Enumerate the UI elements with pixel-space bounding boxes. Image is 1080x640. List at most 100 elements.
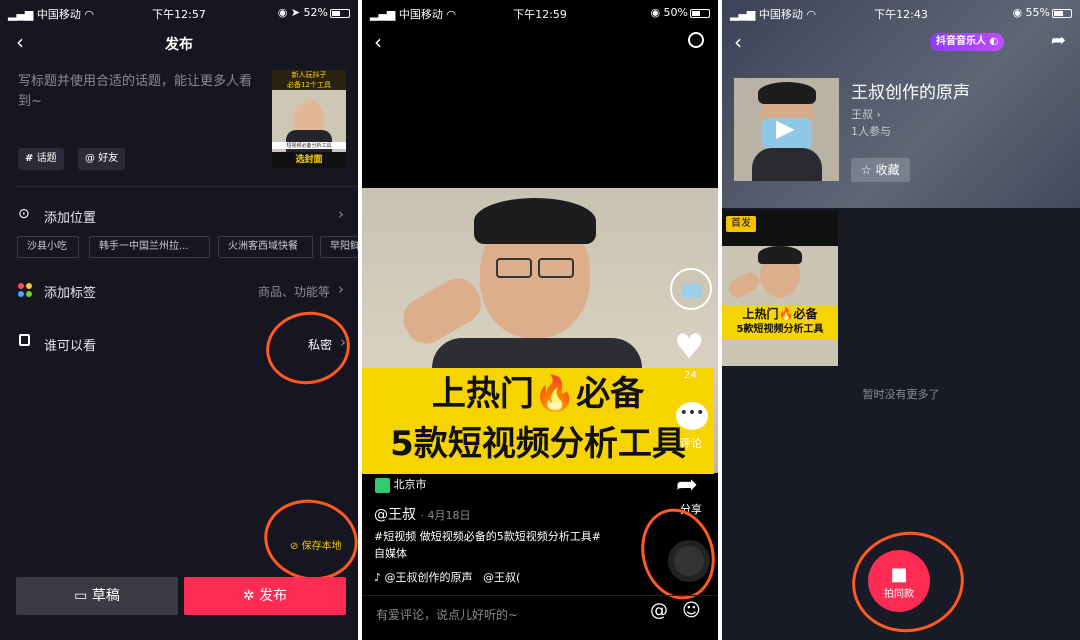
location-tag[interactable]: 北京市 xyxy=(375,476,427,493)
thumb-banner: 上热门🔥必备 5款短视频分析工具 xyxy=(722,306,838,340)
chevron-right-icon[interactable]: › xyxy=(338,205,344,223)
planet-icon: ◐ xyxy=(989,36,999,47)
search-icon[interactable] xyxy=(688,32,704,48)
caption-input[interactable]: 写标题并使用合适的话题，能让更多人看到~ xyxy=(18,72,263,112)
sound-title: 王叔创作的原声 xyxy=(851,83,970,103)
cover-sub-text: 短视频必备分析工具 xyxy=(272,142,346,149)
like-count: 24 xyxy=(684,370,697,381)
location-chip[interactable]: 韩手一中国兰州拉... xyxy=(89,236,210,258)
who-can-see-label[interactable]: 谁可以看 xyxy=(44,335,96,354)
description-line-1: #短视频 做短视频必备的5款短视频分析工具# xyxy=(374,530,601,543)
battery-icon xyxy=(1052,8,1072,18)
cover-hair xyxy=(758,82,816,104)
glasses-right xyxy=(538,258,574,278)
participants-count: 1人参与 xyxy=(851,125,891,138)
post-date: · 4月18日 xyxy=(420,509,471,522)
sparkle-icon: ✲ xyxy=(242,588,255,604)
comment-input[interactable]: 有爱评论，说点儿好听的~ xyxy=(376,606,518,623)
battery-icon xyxy=(330,8,350,18)
location-chip[interactable]: 沙县小吃 xyxy=(17,236,79,258)
thumb-hair xyxy=(758,246,802,264)
status-bar: ▂▄▆ 中国移动 ◠ 下午12:59 ◉ 50% xyxy=(362,0,718,24)
emoji-icon[interactable]: ☺ xyxy=(682,600,701,621)
like-heart-icon[interactable]: ♥ xyxy=(674,330,704,364)
cover-top-text-2: 必备12个工具 xyxy=(287,81,331,89)
video-grid-item[interactable]: 上热门🔥必备 5款短视频分析工具 首发 xyxy=(722,210,838,366)
author-handle[interactable]: @王叔 · 4月18日 xyxy=(374,504,470,524)
divider xyxy=(16,186,358,187)
page-title: 发布 xyxy=(165,37,193,53)
glasses-left xyxy=(496,258,532,278)
battery-percent: 52% xyxy=(303,6,328,19)
draft-button[interactable]: ▭ 草稿 xyxy=(16,577,178,615)
tags-dots-icon xyxy=(18,283,32,297)
video-description: #短视频 做短视频必备的5款短视频分析工具# 自媒体 xyxy=(374,528,664,562)
share-icon[interactable]: ➦ xyxy=(676,470,698,500)
back-icon[interactable]: ‹ xyxy=(734,30,742,54)
draft-label: 草稿 xyxy=(91,588,120,604)
lock-icon xyxy=(19,334,30,346)
thumb-hand xyxy=(725,269,763,301)
at-icon: @ xyxy=(85,153,95,164)
play-icon[interactable]: ▶ xyxy=(776,114,794,142)
battery-icon xyxy=(690,8,710,18)
publish-screen: ▂▄▆ 中国移动 ◠ 下午12:57 ◉ ➤ 52% ‹ 发布 写标题并使用合适… xyxy=(0,0,358,640)
location-pin-icon: ⊙ xyxy=(18,206,30,222)
video-title-banner: 上热门🔥必备 5款短视频分析工具 xyxy=(362,368,714,474)
artist-link[interactable]: 王叔 › xyxy=(851,106,881,122)
description-line-2: 自媒体 xyxy=(374,547,407,560)
video-title-line-2: 5款短视频分析工具 xyxy=(390,424,686,464)
battery: ◉ 50% xyxy=(650,6,710,19)
cover-top-text: 新人玩抖子必备12个工具 xyxy=(272,70,346,90)
draft-box-icon: ▭ xyxy=(74,588,88,604)
cover-thumbnail[interactable]: 新人玩抖子必备12个工具 短视频必备分析工具 选封面 xyxy=(272,70,346,168)
annotation-circle xyxy=(631,500,718,608)
thumb-line-2: 5款短视频分析工具 xyxy=(736,324,824,335)
music-info[interactable]: ♪ @王叔创作的原声 @王叔( xyxy=(374,569,520,585)
hash-icon: # xyxy=(25,153,34,164)
music-brand-badge: 抖音音乐人 ◐ xyxy=(930,33,1005,51)
mention-friend-button[interactable]: @ 好友 xyxy=(78,148,126,170)
cover-top-text-1: 新人玩抖子 xyxy=(291,71,327,79)
video-player-screen: ▂▄▆ 中国移动 ◠ 下午12:59 ◉ 50% ‹ 上热门🔥必备 5款短视频分… xyxy=(362,0,718,640)
lock-rotation-icon: ◉ xyxy=(1012,6,1023,19)
cover-shirt xyxy=(752,148,822,181)
music-note-icon: ♪ xyxy=(374,571,382,584)
author-avatar[interactable] xyxy=(670,268,712,310)
annotation-circle xyxy=(844,523,972,640)
brand-label: 抖音音乐人 xyxy=(936,36,986,47)
music-author: @王叔( xyxy=(483,571,521,584)
label-hint: 商品、功能等 xyxy=(257,285,330,299)
video-title-line-1: 上热门🔥必备 xyxy=(431,374,645,414)
lock-rotation-icon: ◉ xyxy=(650,6,661,19)
add-label-row[interactable]: 添加标签 xyxy=(44,282,96,301)
mention-at-icon[interactable]: @ xyxy=(650,600,668,621)
comment-icon[interactable]: ••• xyxy=(676,402,708,430)
music-title: @王叔创作的原声 xyxy=(384,571,473,584)
share-icon[interactable]: ➦ xyxy=(1051,30,1066,51)
publish-button[interactable]: ✲ 发布 xyxy=(184,577,346,615)
favorite-button[interactable]: ☆ 收藏 xyxy=(851,158,910,182)
battery-percent: 50% xyxy=(663,6,688,19)
location-chip[interactable]: 早阳鲜 xyxy=(320,236,358,258)
annotation-circle xyxy=(260,305,356,391)
publish-label: 发布 xyxy=(259,588,288,604)
location-chip[interactable]: 火洲客西域快餐 xyxy=(218,236,313,258)
status-bar: ▂▄▆ 中国移动 ◠ 下午12:43 ◉ 55% xyxy=(722,0,1080,24)
annotation-circle xyxy=(256,491,358,589)
battery: ◉ ➤ 52% xyxy=(278,6,350,19)
add-location-label[interactable]: 添加位置 xyxy=(44,207,96,226)
location-pin-icon xyxy=(375,477,390,493)
battery: ◉ 55% xyxy=(1012,6,1072,19)
first-post-badge: 首发 xyxy=(726,216,756,232)
choose-cover-label[interactable]: 选封面 xyxy=(272,152,346,168)
avatar-mask xyxy=(682,284,702,298)
person-hair xyxy=(474,198,596,244)
location-arrow-icon: ◉ ➤ xyxy=(277,6,301,19)
chevron-right-icon[interactable]: › xyxy=(338,280,344,298)
back-icon[interactable]: ‹ xyxy=(374,30,382,54)
sound-cover[interactable]: ▶ xyxy=(734,78,839,181)
favorite-label: 收藏 xyxy=(875,163,900,177)
topic-tag-button[interactable]: # 话题 xyxy=(18,148,64,170)
chevron-right-icon: › xyxy=(876,108,881,121)
